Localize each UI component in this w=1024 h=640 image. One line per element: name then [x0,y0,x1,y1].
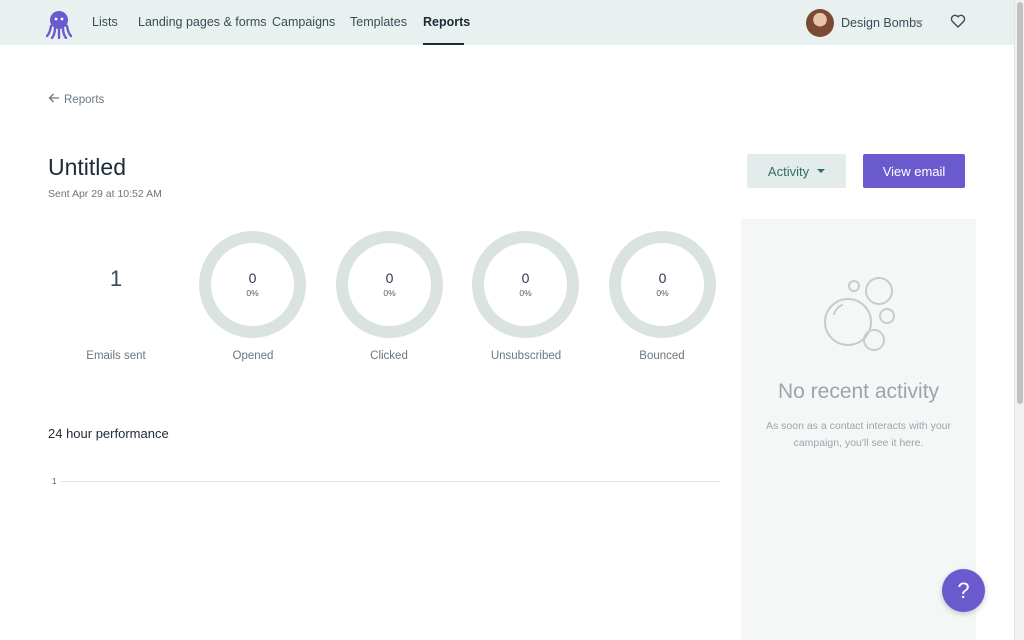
heart-icon[interactable] [950,13,966,29]
opened-label: Opened [232,350,274,362]
user-name[interactable]: Design Bombs [841,16,922,30]
nav-item-landing-pages[interactable]: Landing pages & forms [138,15,267,29]
chart-gridline [60,481,720,482]
nav-item-campaigns[interactable]: Campaigns [272,15,335,29]
no-activity-title: No recent activity [777,380,940,403]
bounced-label: Bounced [639,350,685,362]
caret-down-icon [817,169,826,173]
unsubscribed-percent: 0% [519,288,532,298]
emails-sent-label: Emails sent [86,350,146,362]
caret-down-icon[interactable] [915,20,923,24]
bounced-value: 0 [658,270,667,286]
avatar[interactable] [806,9,834,37]
no-activity-text: As soon as a contact interacts with your… [765,420,951,449]
nav-item-lists[interactable]: Lists [92,15,118,29]
chart-y-tick: 1 [52,477,57,486]
emails-sent-value: 1 [109,266,123,291]
sent-timestamp: Sent Apr 29 at 10:52 AM [48,188,162,200]
octopus-logo-icon[interactable] [46,9,72,39]
bounced-percent: 0% [656,288,669,298]
clicked-value: 0 [385,270,394,286]
bubbles-icon [824,277,895,351]
nav-item-reports[interactable]: Reports [423,15,470,29]
scrollbar-thumb[interactable] [1017,2,1023,404]
nav-item-templates[interactable]: Templates [350,15,407,29]
scrollbar[interactable] [1014,0,1024,640]
help-button[interactable]: ? [942,569,985,612]
opened-value: 0 [248,270,257,286]
breadcrumb-label: Reports [64,94,105,106]
breadcrumb[interactable]: Reports [48,93,104,106]
page-title: Untitled [48,154,126,180]
clicked-percent: 0% [383,288,396,298]
opened-percent: 0% [246,288,259,298]
activity-button-label: Activity [767,163,810,179]
unsubscribed-label: Unsubscribed [490,350,562,362]
clicked-label: Clicked [370,350,408,362]
view-email-button[interactable]: View email [863,154,965,188]
unsubscribed-value: 0 [521,270,530,286]
nav-active-indicator [423,43,464,45]
top-nav: Lists Landing pages & forms Campaigns Te… [0,0,1014,45]
performance-title: 24 hour performance [48,426,169,441]
arrow-left-icon [48,93,59,103]
activity-dropdown-button[interactable]: Activity [747,154,846,188]
